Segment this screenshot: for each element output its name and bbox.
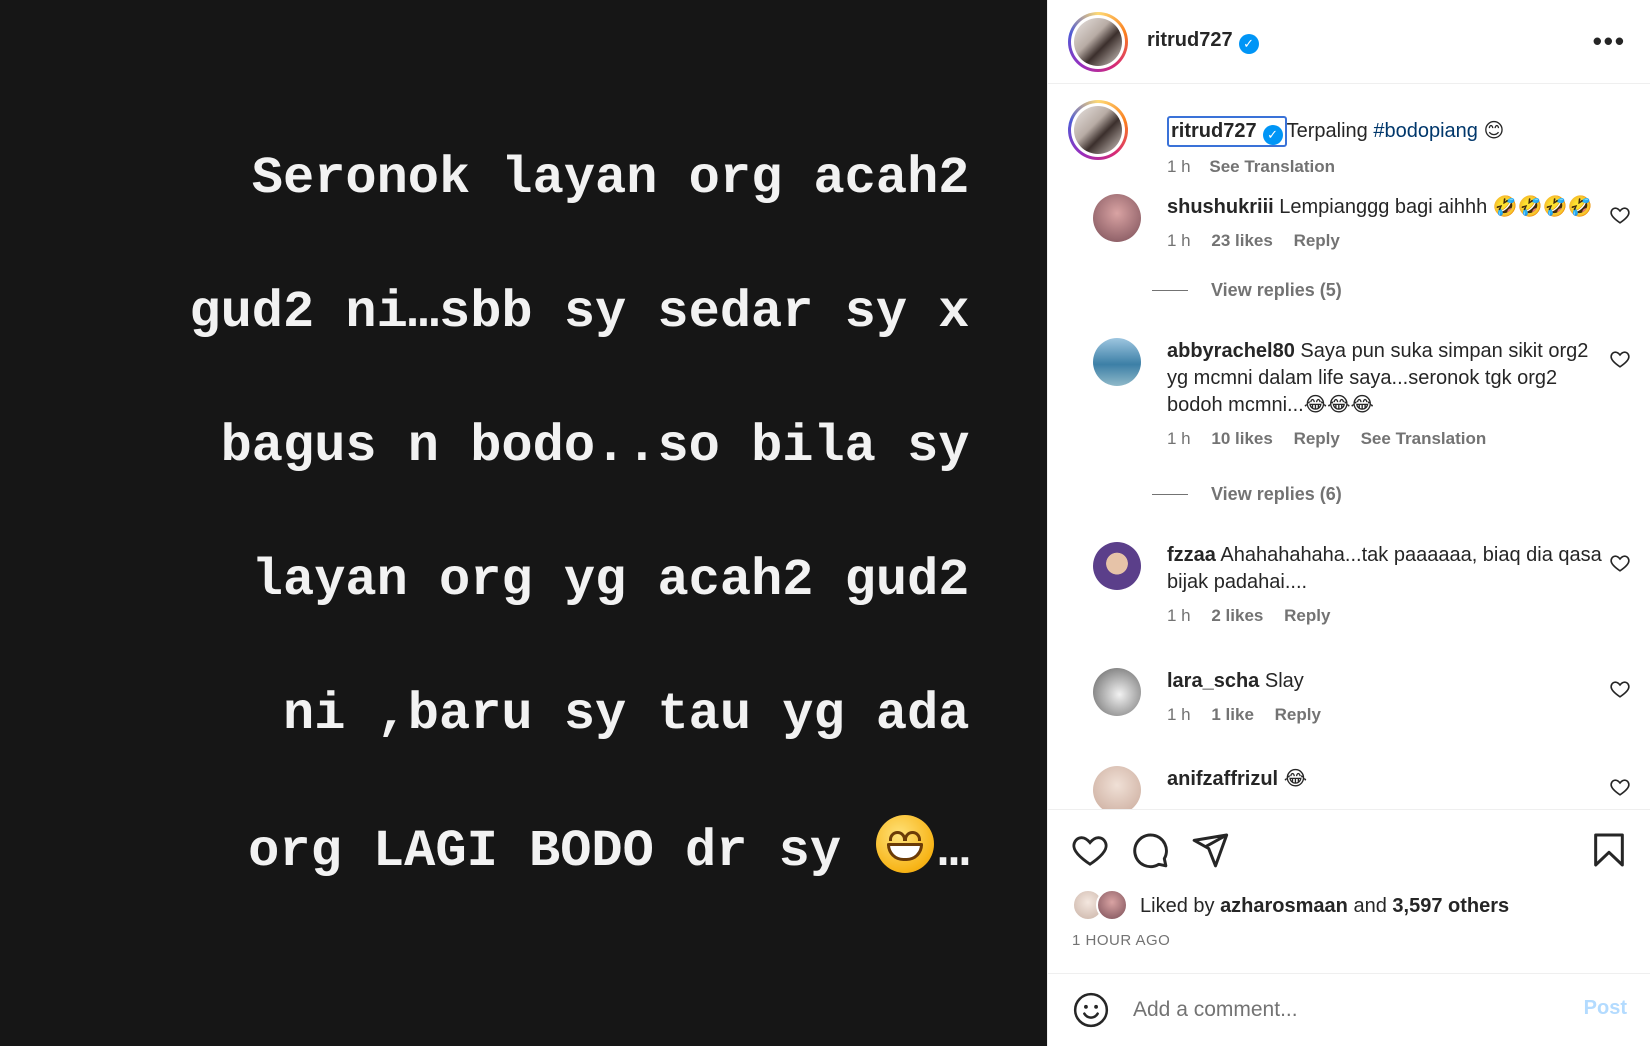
comment-time[interactable]: 1 h	[1167, 231, 1191, 250]
media-text: Seronok layan org acah2 gud2 ni…sbb sy s…	[50, 78, 970, 952]
share-paper-plane-icon[interactable]	[1190, 830, 1230, 870]
liked-by-user[interactable]: azharosmaan	[1220, 895, 1348, 918]
verified-badge-icon: ✓	[1262, 125, 1283, 145]
caption-username[interactable]: ritrud727 ✓	[1167, 116, 1287, 147]
author-avatar[interactable]	[1068, 11, 1128, 72]
commenter-avatar[interactable]	[1093, 542, 1141, 590]
commenter-username[interactable]: fzzaa	[1167, 544, 1216, 566]
commenter-avatar[interactable]	[1093, 668, 1141, 716]
grinning-face-icon	[876, 815, 935, 873]
see-translation-button[interactable]: See Translation	[1361, 429, 1487, 448]
like-comment-heart-icon[interactable]	[1609, 776, 1631, 798]
comment-input[interactable]	[1133, 992, 1553, 1028]
commenter-username[interactable]: anifzaffrizul	[1167, 768, 1278, 790]
like-comment-heart-icon[interactable]	[1609, 348, 1631, 370]
comment-likes[interactable]: 2 likes	[1211, 606, 1263, 625]
see-translation-button[interactable]: See Translation	[1209, 157, 1335, 176]
view-replies-button[interactable]: View replies (6)	[1152, 484, 1342, 505]
comment-bubble-icon[interactable]	[1130, 830, 1170, 870]
like-heart-icon[interactable]	[1070, 830, 1110, 870]
like-comment-heart-icon[interactable]	[1609, 204, 1631, 226]
post-media[interactable]: Seronok layan org acah2 gud2 ni…sbb sy s…	[0, 0, 1047, 1046]
commenter-username[interactable]: abbyrachel80	[1167, 340, 1295, 362]
comment-text: Lempianggg bagi aihhh 🤣🤣🤣🤣	[1279, 196, 1593, 218]
reply-button[interactable]: Reply	[1275, 705, 1321, 724]
save-bookmark-icon[interactable]	[1589, 830, 1629, 870]
comments-list[interactable]: ritrud727 ✓ Terpaling #bodopiang 😊 1 h See…	[1048, 84, 1650, 809]
post-actions: Liked by azharosmaan and 3,597 others 1 …	[1048, 809, 1650, 973]
author-username[interactable]: ritrud727 ✓	[1147, 29, 1259, 54]
media-ellipsis: …	[938, 822, 970, 881]
media-line-last: org LAGI BODO dr sy …	[50, 815, 970, 885]
like-comment-heart-icon[interactable]	[1609, 552, 1631, 574]
comment-time[interactable]: 1 h	[1167, 606, 1191, 625]
liked-by-and: and	[1353, 894, 1387, 917]
comment-likes[interactable]: 23 likes	[1211, 231, 1272, 250]
caption-time[interactable]: 1 h	[1167, 157, 1191, 176]
commenter-avatar[interactable]	[1093, 338, 1141, 386]
caption-hashtag[interactable]: #bodopiang	[1373, 120, 1478, 142]
media-line: gud2 ni…sbb sy sedar sy x	[189, 283, 970, 342]
commenter-username[interactable]: shushukriii	[1167, 196, 1274, 218]
media-line: Seronok layan org acah2	[251, 149, 970, 208]
commenter-avatar[interactable]	[1093, 766, 1141, 809]
verified-badge-icon: ✓	[1238, 34, 1259, 54]
comment-text: Ahahahahaha...tak paaaaaa, biaq dia qasa…	[1167, 544, 1602, 593]
post-sidebar: ritrud727 ✓ ••• ritrud727 ✓ Terpaling #bodo…	[1047, 0, 1650, 1046]
post-button[interactable]: Post	[1584, 997, 1627, 1020]
media-line: org LAGI BODO dr sy	[248, 822, 842, 881]
like-comment-heart-icon[interactable]	[1609, 678, 1631, 700]
add-comment-bar: Post	[1048, 973, 1650, 1046]
comment-time[interactable]: 1 h	[1167, 705, 1191, 724]
more-options-icon[interactable]: •••	[1593, 26, 1626, 57]
caption-avatar[interactable]	[1068, 100, 1128, 160]
media-line: ni ,baru sy tau yg ada	[282, 685, 970, 744]
liker-avatars[interactable]	[1072, 889, 1132, 923]
liked-by-summary: Liked by azharosmaan and 3,597 others	[1072, 889, 1509, 923]
reply-button[interactable]: Reply	[1294, 429, 1340, 448]
emoji-picker-icon[interactable]	[1072, 991, 1110, 1029]
liked-by-others[interactable]: 3,597 others	[1392, 895, 1509, 918]
post-header: ritrud727 ✓ •••	[1048, 0, 1650, 84]
caption-emoji: 😊	[1483, 120, 1505, 142]
liked-by-prefix: Liked by	[1140, 894, 1215, 917]
comment-likes[interactable]: 1 like	[1211, 705, 1254, 724]
commenter-username[interactable]: lara_scha	[1167, 670, 1259, 692]
view-replies-button[interactable]: View replies (5)	[1152, 280, 1342, 301]
comment-text: Slay	[1264, 670, 1304, 692]
reply-button[interactable]: Reply	[1294, 231, 1340, 250]
media-line: layan org yg acah2 gud2	[251, 551, 970, 610]
reply-button[interactable]: Reply	[1284, 606, 1330, 625]
comment-time[interactable]: 1 h	[1167, 429, 1191, 448]
media-line: bagus n bodo..so bila sy	[220, 417, 970, 476]
commenter-avatar[interactable]	[1093, 194, 1141, 242]
post-timestamp[interactable]: 1 HOUR AGO	[1072, 932, 1170, 949]
comment-likes[interactable]: 10 likes	[1211, 429, 1272, 448]
comment-text: 😂	[1283, 768, 1308, 790]
caption-text: Terpaling	[1286, 120, 1368, 142]
